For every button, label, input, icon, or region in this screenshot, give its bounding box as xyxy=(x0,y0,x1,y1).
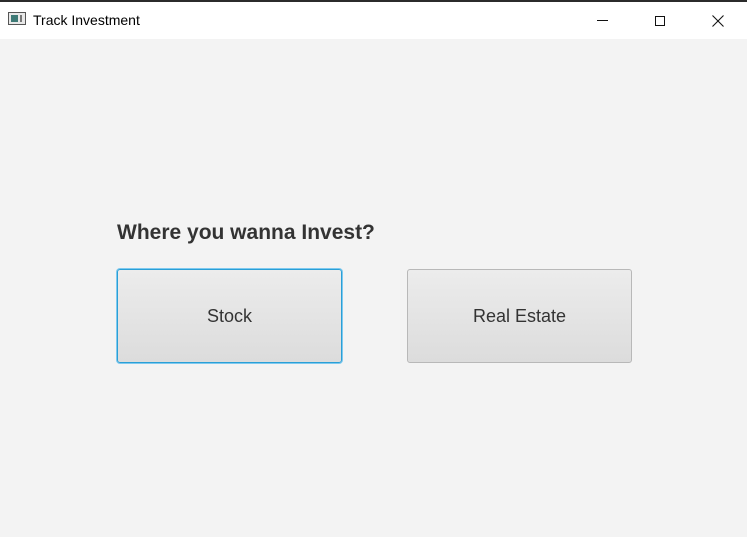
minimize-icon xyxy=(596,20,608,21)
app-window: Track Investment Where you wanna Invest?… xyxy=(0,0,747,537)
app-window-icon xyxy=(8,12,26,25)
close-icon xyxy=(712,14,724,27)
stock-button[interactable]: Stock xyxy=(117,269,342,363)
title-bar[interactable]: Track Investment xyxy=(0,2,747,39)
real-estate-button[interactable]: Real Estate xyxy=(407,269,632,363)
minimize-button[interactable] xyxy=(573,2,631,39)
window-title: Track Investment xyxy=(33,12,140,28)
real-estate-button-label: Real Estate xyxy=(472,305,567,326)
maximize-button[interactable] xyxy=(631,2,689,39)
maximize-icon xyxy=(655,15,665,26)
close-button[interactable] xyxy=(689,2,747,39)
invest-question: Where you wanna Invest? xyxy=(117,221,375,244)
stock-button-label: Stock xyxy=(206,305,253,326)
